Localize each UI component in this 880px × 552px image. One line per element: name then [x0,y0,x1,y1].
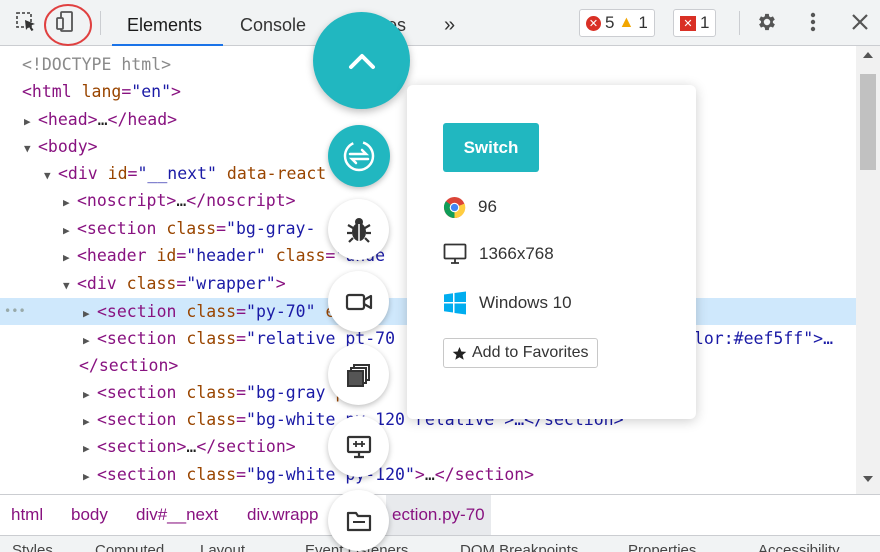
devtools-toolbar: Elements Console es » ✕ 5 ▲ 1 ✕ 1 [0,0,880,46]
console-messages-badge[interactable]: ✕ 5 ▲ 1 [579,9,655,37]
os-value: Windows 10 [479,293,572,312]
browser-version: 96 [478,197,497,216]
vertical-scrollbar[interactable] [856,46,880,494]
bug-icon [346,217,371,243]
monitor-settings-icon [346,435,371,458]
toolbar-divider [739,11,740,35]
breadcrumb-div-wrapper[interactable]: div.wrapp [247,495,319,535]
breadcrumb: html body div#__next div.wrapp ection.py… [0,494,880,535]
switch-button[interactable]: Switch [443,123,539,172]
issue-count: 1 [700,13,710,32]
browser-switch-popup: Switch 96 1366x768 Windows 10 Add to Fav… [407,85,696,419]
screenshot-gallery-button[interactable] [328,344,389,405]
record-video-button[interactable] [328,271,389,332]
inspect-element-icon[interactable] [14,10,38,34]
sidebar-panel-tabs: Styles Computed Layout Event Listeners D… [0,535,880,552]
resolution-button[interactable] [328,416,389,477]
chrome-icon [443,196,466,218]
folder-icon [346,511,371,531]
add-to-favorites-button[interactable]: Add to Favorites [443,338,598,368]
highlight-circle [44,4,92,46]
switch-browser-button[interactable] [328,125,390,187]
more-options-icon[interactable] [801,10,825,34]
close-icon[interactable] [848,10,872,34]
video-camera-icon [345,293,372,310]
files-button[interactable] [328,490,389,551]
warning-icon: ▲ [618,14,635,31]
tab-elements[interactable]: Elements [112,0,223,46]
breadcrumb-html[interactable]: html [11,495,43,535]
star-icon [452,346,467,360]
breadcrumb-div-next[interactable]: div#__next [136,495,218,535]
resolution-row: 1366x768 [443,239,554,269]
selected-line-dots: ••• [4,304,26,318]
monitor-icon [443,243,467,264]
browser-version-row: 96 [443,192,497,222]
toolbar-divider [100,11,101,35]
os-row: Windows 10 [443,288,572,318]
bug-report-button[interactable] [328,199,389,260]
add-to-favorites-label: Add to Favorites [472,344,589,361]
collapse-toolbar-button[interactable] [313,12,410,109]
more-tabs-icon[interactable]: » [444,0,455,46]
error-icon: ✕ [586,15,601,31]
windows-logo-icon [444,291,466,315]
tree-line[interactable]: ▶ <section>…</section> [0,433,856,460]
scrollbar-thumb[interactable] [860,74,876,170]
resolution-value: 1366x768 [479,244,554,263]
settings-gear-icon[interactable] [755,10,779,34]
gallery-icon [346,363,370,387]
chevron-up-icon [348,53,375,69]
tab-console[interactable]: Console [240,0,306,46]
scroll-down-arrow-icon[interactable] [863,476,873,482]
issues-badge[interactable]: ✕ 1 [673,9,717,37]
tree-line[interactable]: ▶ <section class="bg-white py-120">…</sec… [0,461,856,488]
switch-browser-icon [343,140,375,172]
tree-line[interactable]: <!DOCTYPE html> [0,51,856,78]
error-count: 5 [605,13,615,32]
issue-flag-icon: ✕ [680,15,696,31]
breadcrumb-body[interactable]: body [71,495,108,535]
breadcrumb-section-py70[interactable]: ection.py-70 [386,495,491,535]
scroll-up-arrow-icon[interactable] [863,52,873,58]
warning-count: 1 [638,13,648,32]
